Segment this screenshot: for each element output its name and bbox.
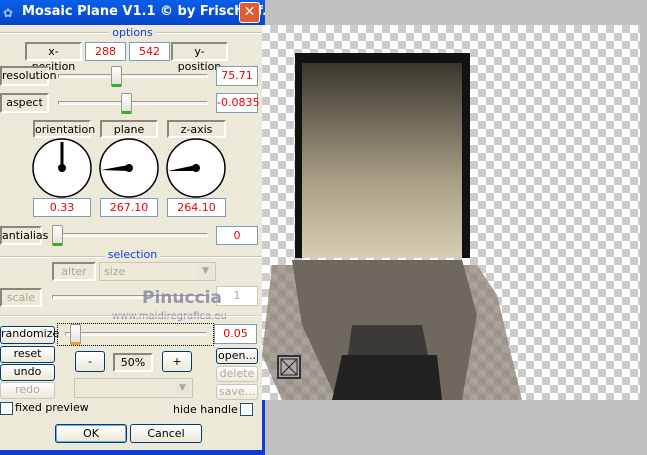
title-bar[interactable]: Mosaic Plane V1.1 © by Frischluf... (0, 0, 265, 25)
antialias-slider-track[interactable] (52, 233, 208, 237)
resolution-slider-track[interactable] (58, 74, 208, 78)
preview-canvas[interactable] (262, 25, 640, 400)
window-border (0, 450, 265, 455)
chevron-down-icon: ▼ (198, 264, 213, 279)
watermark-name: Pinuccia (142, 288, 222, 308)
butterfly-app-icon: ✿ (3, 6, 14, 20)
antialias-input[interactable]: 0 (216, 226, 258, 245)
dials (32, 138, 226, 198)
antialias-label: antialias (0, 226, 48, 245)
options-header: options (0, 26, 265, 39)
antialias-slider-thumb[interactable] (52, 225, 63, 246)
aspect-slider-thumb[interactable] (121, 93, 132, 114)
orientation-input[interactable]: 0.33 (33, 198, 91, 217)
scale-input: 1 (216, 286, 258, 306)
zoom-in-button[interactable]: + (162, 351, 192, 372)
randomize-slider-track[interactable] (65, 332, 207, 336)
z-axis-dial[interactable] (166, 138, 226, 198)
z-axis-label: z-axis (167, 120, 226, 138)
chevron-down-icon: ▼ (175, 381, 190, 395)
divider (0, 315, 262, 317)
aspect-slider-track[interactable] (58, 101, 208, 105)
mosaic-plane-dialog: Mosaic Plane V1.1 © by Frischluf... ✿ ✕ … (0, 0, 265, 455)
redo-button: redo (0, 382, 55, 399)
aspect-label: aspect (0, 93, 49, 113)
randomize-input[interactable]: 0.05 (214, 324, 257, 344)
size-select-value: size (104, 265, 126, 278)
scale-label: scale (0, 288, 42, 307)
ok-button[interactable]: OK (55, 424, 127, 443)
resolution-input[interactable]: 75.71 (216, 66, 258, 86)
hide-handle-label: hide handle (173, 403, 238, 416)
options-header-label: options (109, 26, 156, 39)
preview-image (262, 53, 522, 400)
z-axis-input[interactable]: 264.10 (167, 198, 226, 217)
handle-icon[interactable] (277, 355, 301, 379)
cancel-button[interactable]: Cancel (130, 424, 202, 443)
plane-input[interactable]: 267.10 (100, 198, 158, 217)
hide-handle-checkbox[interactable] (240, 403, 253, 416)
x-position-input[interactable]: 288 (85, 42, 126, 61)
delete-button: delete (216, 366, 258, 382)
undo-button[interactable]: undo (0, 364, 55, 381)
preset-select: ▼ (74, 378, 193, 398)
randomize-button[interactable]: randomize (0, 326, 59, 344)
randomize-slider-thumb[interactable] (70, 324, 81, 345)
alter-label: alter (52, 262, 96, 281)
size-select[interactable]: size ▼ (99, 262, 216, 281)
aspect-input[interactable]: -0.0835 (216, 93, 259, 113)
save-button: save... (216, 384, 258, 400)
zoom-level: 50% (113, 353, 153, 372)
fixed-preview-checkbox[interactable] (0, 402, 13, 415)
reset-button[interactable]: reset (0, 346, 55, 363)
selection-header: selection (0, 248, 265, 261)
plane-label: plane (100, 120, 158, 138)
y-position-input[interactable]: 542 (129, 42, 170, 61)
orientation-dial[interactable] (32, 138, 92, 198)
close-button[interactable]: ✕ (239, 2, 260, 23)
orientation-label: orientation (33, 120, 95, 138)
fixed-preview-label: fixed preview (15, 401, 89, 414)
x-position-label: x-position (25, 42, 82, 73)
resolution-label: resolution (0, 66, 57, 86)
resolution-slider-thumb[interactable] (111, 66, 122, 87)
zoom-out-button[interactable]: - (75, 351, 105, 372)
window-title: Mosaic Plane V1.1 © by Frischluf... (22, 4, 265, 19)
plane-dial[interactable] (99, 138, 159, 198)
selection-header-label: selection (104, 248, 161, 261)
y-position-label: y-position (171, 42, 228, 73)
open-button[interactable]: open... (216, 348, 258, 364)
